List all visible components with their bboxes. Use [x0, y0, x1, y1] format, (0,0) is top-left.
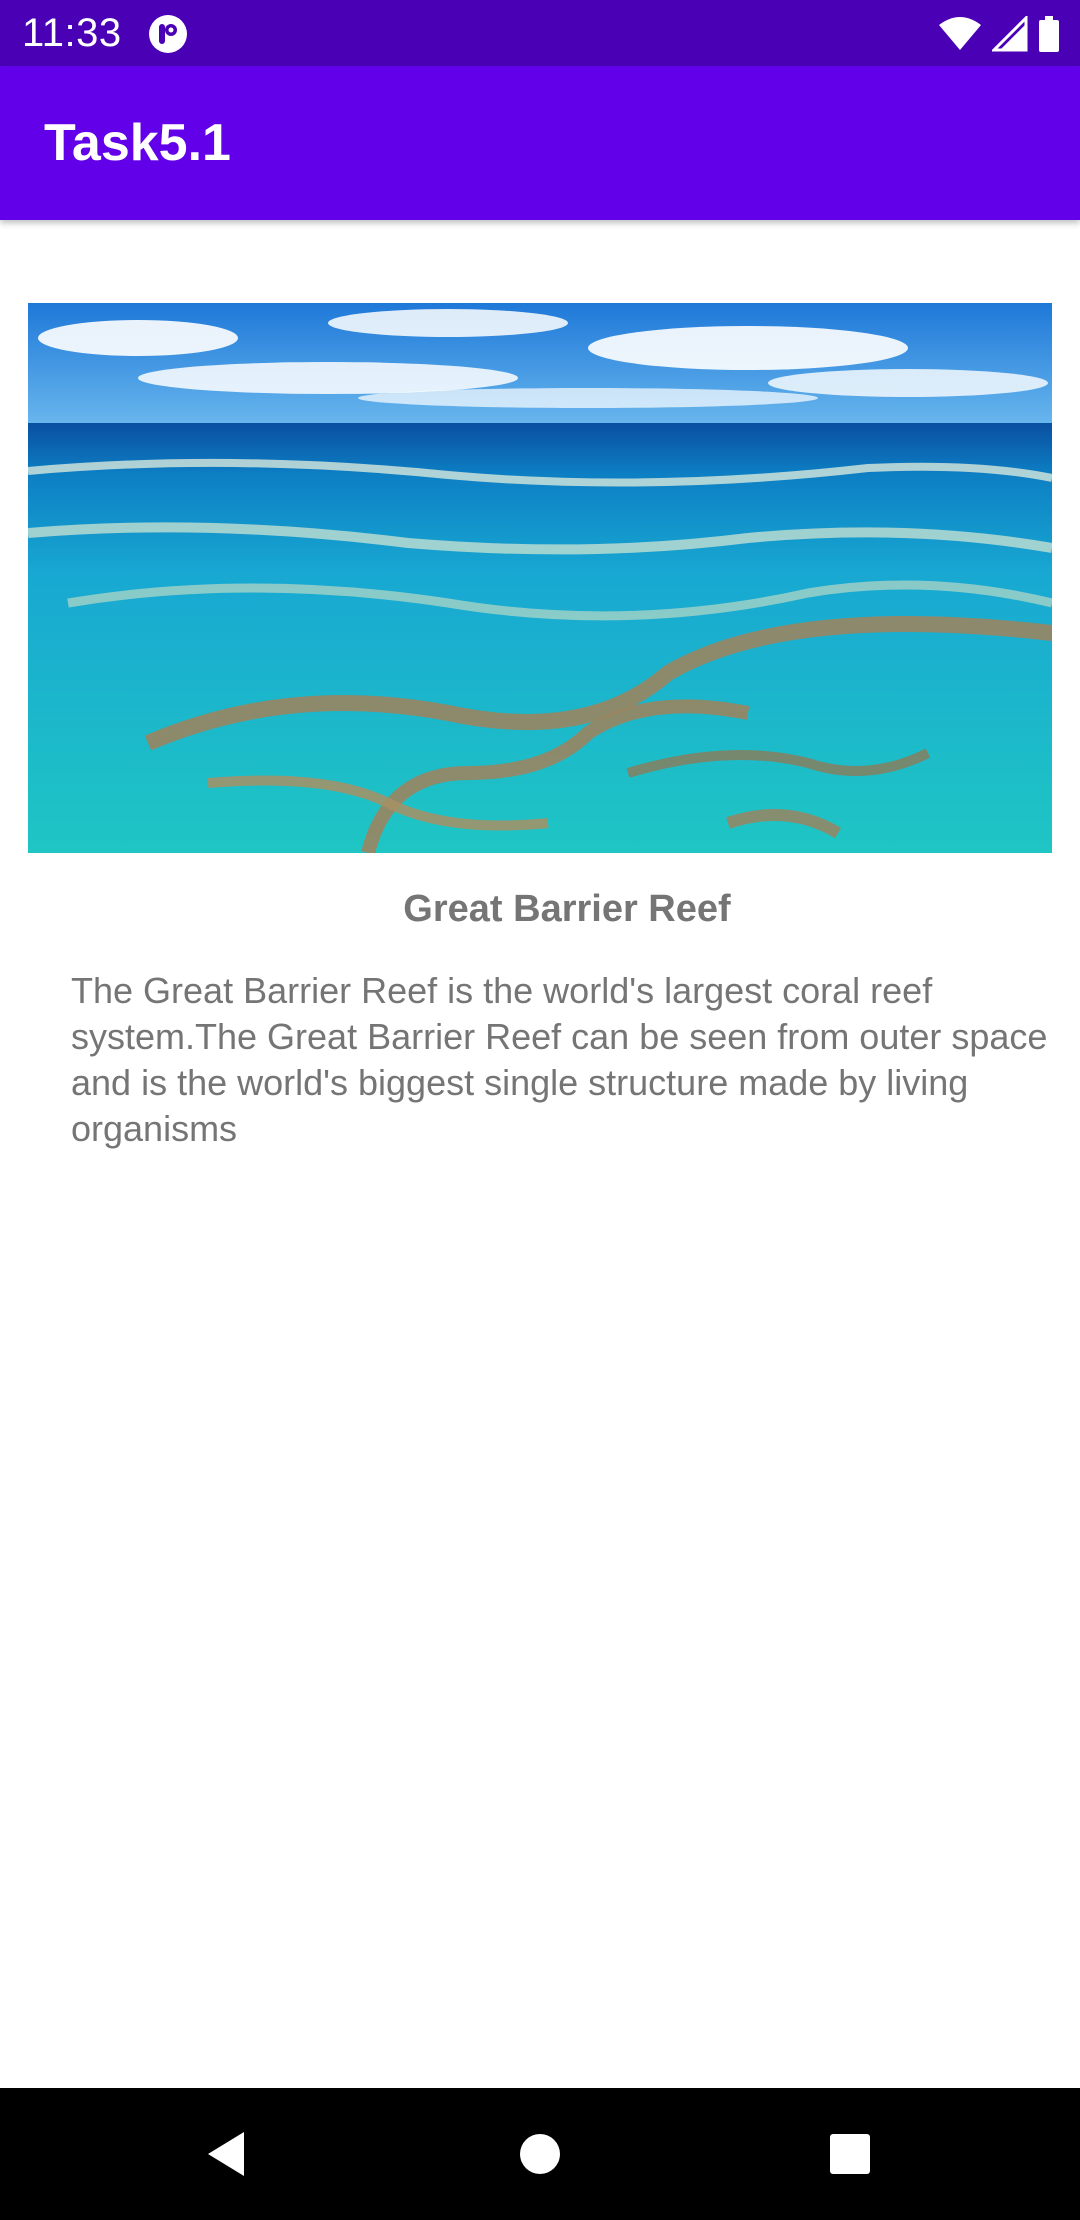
app-notification-icon [148, 14, 188, 54]
back-icon [208, 2132, 244, 2176]
wifi-icon [938, 16, 982, 52]
battery-icon [1038, 16, 1060, 52]
place-title: Great Barrier Reef [403, 888, 731, 930]
app-bar: Task5.1 [0, 66, 1080, 220]
recents-button[interactable] [784, 2088, 916, 2220]
status-icons [938, 14, 1060, 54]
back-button[interactable] [160, 2088, 292, 2220]
status-time: 11:33 [22, 11, 122, 55]
navigation-bar [0, 2088, 1080, 2220]
home-icon [520, 2134, 560, 2174]
cell-signal-icon [992, 16, 1028, 52]
reef-image [28, 303, 1052, 853]
app-title: Task5.1 [44, 114, 231, 172]
recents-icon [830, 2134, 870, 2174]
status-bar: 11:33 [0, 0, 1080, 66]
screen: 11:33 Task5.1 Great Barrier Reef The Gre… [0, 0, 1080, 2220]
home-button[interactable] [474, 2088, 606, 2220]
place-description: The Great Barrier Reef is the world's la… [71, 970, 1048, 1149]
